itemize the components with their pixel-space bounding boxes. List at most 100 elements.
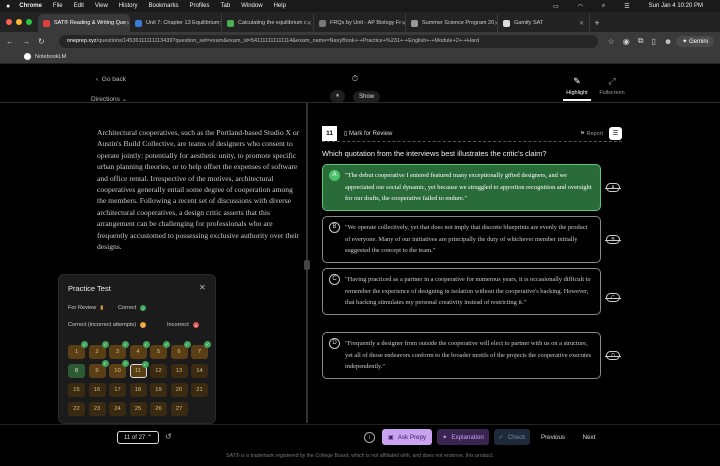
question-cell[interactable]: 23 xyxy=(88,402,106,416)
info-icon[interactable]: i xyxy=(364,432,375,443)
question-cell[interactable]: 5 ✓ xyxy=(150,341,170,359)
forward-icon[interactable]: → xyxy=(22,37,30,46)
question-cell[interactable]: 8 xyxy=(68,364,85,378)
question-cell[interactable]: 21 xyxy=(191,383,208,397)
url-field[interactable]: oneprep.xyz/questions/14536111111113439?… xyxy=(58,34,598,48)
answer-option-c[interactable]: C "Having practiced as a partner in a co… xyxy=(322,268,601,315)
minimize-window-button[interactable] xyxy=(16,19,22,25)
check-button[interactable]: ✓ Check xyxy=(494,429,530,445)
menu-help[interactable]: Help xyxy=(274,3,286,9)
menu-tab[interactable]: Tab xyxy=(221,3,231,9)
question-cell[interactable]: 4 ✓ xyxy=(129,341,150,359)
menu-bookmarks[interactable]: Bookmarks xyxy=(149,3,179,9)
explanation-button[interactable]: ✦ Explanation xyxy=(437,429,489,445)
abc-eliminator-button[interactable]: ☰ xyxy=(609,127,622,140)
profile-avatar-icon[interactable]: ☻ xyxy=(664,37,672,46)
question-cell[interactable]: 10 ✓ xyxy=(109,360,129,378)
menu-file[interactable]: File xyxy=(53,3,63,9)
question-cell[interactable]: 19 xyxy=(150,383,167,397)
eliminate-option-a-button[interactable]: A xyxy=(605,183,621,192)
report-button[interactable]: ⚑ Report xyxy=(580,131,603,137)
search-icon[interactable]: ⌕ xyxy=(602,3,605,10)
bookmark-notebooklm[interactable]: NotebookLM xyxy=(24,53,66,60)
question-cell[interactable]: 12 xyxy=(150,364,167,378)
question-cell[interactable]: 15 xyxy=(68,383,85,397)
menu-window[interactable]: Window xyxy=(241,3,262,9)
history-icon[interactable]: ↺ xyxy=(165,432,172,441)
bookmark-icon: ▯ xyxy=(344,131,348,137)
question-cell[interactable]: 2 ✓ xyxy=(88,341,109,359)
close-icon[interactable]: ✕ xyxy=(199,283,206,292)
question-cell[interactable]: 24 xyxy=(109,402,126,416)
menu-app-name[interactable]: Chrome xyxy=(19,3,42,9)
back-icon[interactable]: ← xyxy=(6,37,14,46)
tab-summer-science[interactable]: Summer Science Program 20 ✕ xyxy=(406,14,498,32)
question-cell[interactable]: 13 xyxy=(170,364,188,378)
bookmark-star-icon[interactable]: ☆ xyxy=(608,37,615,46)
question-cell[interactable]: 20 xyxy=(170,383,188,397)
highlight-tool[interactable]: ✎ Highlight xyxy=(563,76,591,101)
control-center-icon[interactable]: ☰ xyxy=(624,3,629,10)
question-cell[interactable]: 18 xyxy=(129,383,147,397)
question-cell[interactable]: 16 xyxy=(88,383,106,397)
answer-option-d[interactable]: D "Frequently a designer from outside th… xyxy=(322,332,601,379)
puzzle-icon[interactable]: ⧉ xyxy=(638,36,644,46)
tab-frqs[interactable]: FRQs by Unit - AP Biology Fr ✕ xyxy=(314,14,406,32)
tab-gamify-sat[interactable]: Gamify SAT ✕ xyxy=(498,14,590,32)
question-cell[interactable]: 7 ✓ xyxy=(191,341,211,359)
tab-unit-7[interactable]: Unit 7: Chapter 13 Equilibrium ✕ xyxy=(130,14,222,32)
question-cell[interactable]: 3 ✓ xyxy=(109,341,129,359)
question-cell-current[interactable]: 11 ✓ xyxy=(129,361,149,378)
answer-option-a[interactable]: A "The debut cooperative I entered featu… xyxy=(322,164,601,211)
sidebar-icon[interactable]: ▯ xyxy=(651,37,655,46)
question-cell[interactable]: 22 xyxy=(68,402,85,416)
bookmark-icon: ▮ xyxy=(100,305,104,311)
notebooklm-icon xyxy=(24,53,31,60)
menu-profiles[interactable]: Profiles xyxy=(190,3,210,9)
question-cell[interactable]: 17 xyxy=(109,383,126,397)
expand-icon: ⤢ xyxy=(608,76,616,86)
extension-icon[interactable]: ◉ xyxy=(623,37,630,46)
eliminate-option-b-button[interactable]: B xyxy=(605,235,621,244)
apple-icon[interactable]: ● xyxy=(6,3,10,10)
question-cell[interactable]: 1 ✓ xyxy=(68,341,88,359)
eliminate-option-c-button[interactable]: C xyxy=(605,293,621,302)
previous-button[interactable]: Previous xyxy=(535,429,571,445)
question-cell[interactable]: 9 ✓ xyxy=(88,360,109,378)
question-cell[interactable]: 6 ✓ xyxy=(170,341,191,359)
pane-resize-handle[interactable] xyxy=(304,260,310,270)
question-cell[interactable]: 14 xyxy=(191,364,208,378)
menu-edit[interactable]: Edit xyxy=(74,3,84,9)
fullscreen-tool[interactable]: ⤢ Fullscreen xyxy=(598,76,626,96)
timer-icon[interactable]: ⏱ xyxy=(352,74,358,84)
menu-view[interactable]: View xyxy=(95,3,108,9)
next-button[interactable]: Next xyxy=(576,429,602,445)
cell-number: 25 xyxy=(134,406,142,412)
menu-history[interactable]: History xyxy=(119,3,138,9)
new-tab-button[interactable]: + xyxy=(590,14,604,32)
close-tab-icon[interactable]: ✕ xyxy=(579,20,584,27)
question-counter-button[interactable]: 11 of 27 ⌃ xyxy=(117,431,159,444)
reload-icon[interactable]: ↻ xyxy=(38,37,45,46)
question-cell[interactable]: 27 xyxy=(170,402,188,416)
go-back-link[interactable]: ‹ Go back xyxy=(96,76,126,83)
menu-clock[interactable]: Sun Jan 4 10:20 PM xyxy=(649,3,703,9)
close-window-button[interactable] xyxy=(6,19,12,25)
tab-equilibrium[interactable]: Calculating the equilibrium c ✕ xyxy=(222,14,314,32)
gemini-button[interactable]: ✦ Gemini xyxy=(676,35,714,47)
close-tab-icon[interactable]: ✕ xyxy=(307,20,312,27)
mark-for-review-button[interactable]: ▯ Mark for Review xyxy=(344,130,392,137)
answer-option-b[interactable]: B "We operate collectively, yet that doe… xyxy=(322,216,601,263)
battery-icon[interactable]: ▭ xyxy=(553,3,559,10)
tab-sat-reading[interactable]: SAT® Reading & Writing Que ✕ xyxy=(38,14,130,32)
question-cell[interactable]: 25 xyxy=(129,402,147,416)
ask-prepy-button[interactable]: ▣ Ask Prepy xyxy=(382,429,432,445)
zoom-window-button[interactable] xyxy=(26,19,32,25)
question-cell[interactable]: 26 xyxy=(150,402,167,416)
show-timer-button[interactable]: Show xyxy=(353,90,381,103)
legend-label: Correct xyxy=(118,305,137,311)
eliminate-option-d-button[interactable]: D xyxy=(605,351,621,360)
url-host: oneprep.xyz xyxy=(66,38,97,44)
question-number: 11 xyxy=(322,126,337,141)
wifi-icon[interactable]: ◠ xyxy=(578,3,583,10)
